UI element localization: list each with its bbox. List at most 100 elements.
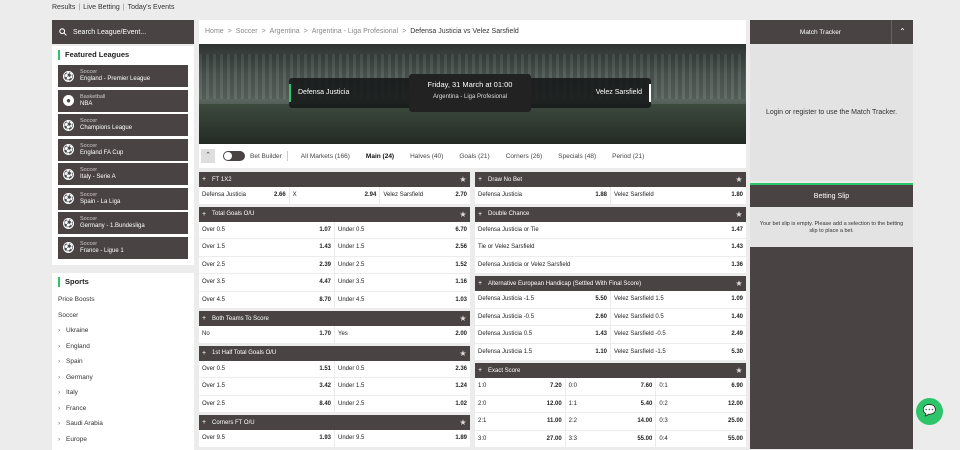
market-tab[interactable]: Main (24) [366,153,394,160]
odds-selection[interactable]: Over 0.5 1.51 [199,360,335,377]
odds-selection[interactable]: Under 0.5 6.70 [335,222,470,239]
featured-league-item[interactable]: ● Basketball NBA [58,89,188,112]
sport-category-item[interactable]: › Europe [58,432,188,448]
odds-selection[interactable]: Under 1.5 2.56 [335,239,470,256]
market-header[interactable]: + Total Goals O/U ★ [199,206,470,222]
match-tracker-message[interactable]: Login or register to use the Match Track… [766,109,897,116]
sport-category-item[interactable]: › France [58,401,188,417]
odds-selection[interactable]: Defensa Justicia 1.5 1.10 [475,343,611,360]
sport-category-item[interactable]: › Ukraine [58,323,188,339]
featured-league-item[interactable]: ⚽ Soccer England - Premier League [58,65,188,87]
collapse-button[interactable]: ⌃ [201,149,215,163]
featured-league-item[interactable]: ⚽ Soccer Italy - Serie A [58,163,188,185]
sport-link[interactable]: Soccer [58,308,188,324]
odds-selection[interactable]: Defensa Justicia 1.88 [475,187,611,204]
breadcrumb-link[interactable]: Soccer [236,28,258,35]
match-tracker-header[interactable]: Match Tracker ⌃ [750,20,913,44]
odds-selection[interactable]: 1:1 5.40 [566,395,657,412]
market-header[interactable]: +1st Half Total Goals O/U ★ [199,345,470,361]
odds-selection[interactable]: 3:3 55.00 [566,430,657,447]
featured-league-item[interactable]: ⚽ Soccer Germany - 1.Bundesliga [58,212,188,234]
featured-league-item[interactable]: ⚽ Soccer Champions League [58,114,188,136]
odds-selection[interactable]: Defensa Justicia or Tie 1.47 [475,222,746,239]
breadcrumb-link[interactable]: Argentina [270,28,300,35]
odds-selection[interactable]: Over 2.5 8.40 [199,395,335,412]
market-tab[interactable]: Goals (21) [459,153,489,160]
bet-builder-toggle[interactable] [223,151,245,161]
market-header[interactable]: + Both Teams To Score ★ [199,311,470,326]
star-icon[interactable]: ★ [456,210,470,219]
chevron-up-icon[interactable]: ⌃ [891,20,913,44]
sport-category-item[interactable]: › Germany [58,370,188,386]
star-icon[interactable]: ★ [456,349,470,358]
featured-league-item[interactable]: ⚽ Soccer France - Ligue 1 [58,236,188,259]
odds-selection[interactable]: Over 9.5 1.93 [199,430,335,447]
odds-selection[interactable]: Under 3.5 1.16 [335,274,470,291]
odds-selection[interactable]: Velez Sarsfield 1.5 1.09 [611,291,746,308]
odds-selection[interactable]: Under 9.5 1.89 [335,430,470,447]
odds-selection[interactable]: Under 1.5 1.24 [335,378,470,395]
odds-selection[interactable]: Defensa Justicia 2.66 [199,187,290,204]
odds-selection[interactable]: 0:1 6.90 [656,378,746,395]
odds-selection[interactable]: Defensa Justicia 0.5 1.43 [475,326,611,343]
star-icon[interactable]: ★ [456,175,470,184]
odds-selection[interactable]: 3:0 27.00 [475,430,566,447]
odds-selection[interactable]: Velez Sarsfield 0.5 1.40 [611,309,746,326]
breadcrumb-link[interactable]: Home [205,28,224,35]
odds-selection[interactable]: 2:0 12.00 [475,395,566,412]
odds-selection[interactable]: 2:2 14.00 [566,413,657,430]
odds-selection[interactable]: 0:2 12.00 [656,396,746,413]
featured-league-item[interactable]: ⚽ Soccer England FA Cup [58,138,188,161]
odds-selection[interactable]: Velez Sarsfield 1.80 [611,187,746,204]
odds-selection[interactable]: Under 4.5 1.03 [335,292,470,309]
star-icon[interactable]: ★ [456,418,470,427]
odds-selection[interactable]: Defensa Justicia -0.5 2.60 [475,308,611,325]
breadcrumb-link[interactable]: Argentina - Liga Profesional [312,28,398,35]
market-tab[interactable]: Halves (40) [410,153,443,160]
market-header[interactable]: + Alternative European Handicap (Settled … [475,276,746,291]
market-header[interactable]: + Exact Score ★ [475,363,746,378]
market-tab[interactable]: Period (21) [612,153,644,160]
odds-selection[interactable]: X 2.94 [290,187,381,204]
sport-link[interactable]: Price Boosts [58,292,188,308]
odds-selection[interactable]: 0:0 7.60 [566,378,657,395]
odds-selection[interactable]: Over 2.5 2.39 [199,256,335,273]
odds-selection[interactable]: Defensa Justicia or Velez Sarsfield 1.36 [475,257,746,274]
star-icon[interactable]: ★ [732,210,746,219]
odds-selection[interactable]: Over 1.5 1.43 [199,239,335,256]
odds-selection[interactable]: Under 0.5 2.36 [335,361,470,378]
odds-selection[interactable]: Velez Sarsfield -1.5 5.30 [611,344,746,361]
odds-selection[interactable]: Over 0.5 1.07 [199,221,335,238]
odds-selection[interactable]: 2:1 11.00 [475,413,566,430]
odds-selection[interactable]: No 1.70 [199,326,335,343]
market-tab[interactable]: Specials (48) [558,153,596,160]
results-link[interactable]: Results [52,4,75,11]
market-header[interactable]: + Corners FT O/U ★ [199,415,470,430]
odds-selection[interactable]: Under 2.5 1.52 [335,257,470,274]
odds-selection[interactable]: Tie or Velez Sarsfield 1.43 [475,239,746,256]
market-header[interactable]: + FT 1X2 ★ [199,172,470,187]
star-icon[interactable]: ★ [732,366,746,375]
odds-selection[interactable]: Velez Sarsfield -0.5 2.49 [611,326,746,343]
market-header[interactable]: + Double Chance ★ [475,206,746,222]
odds-selection[interactable]: Under 2.5 1.02 [335,396,470,413]
market-tab[interactable]: Corners (26) [506,153,542,160]
odds-selection[interactable]: 1:0 7.20 [475,378,566,395]
odds-selection[interactable]: 0:4 55.00 [656,431,746,448]
chat-button[interactable]: 💬 [916,398,943,425]
market-header[interactable]: + Draw No Bet ★ [475,172,746,187]
star-icon[interactable]: ★ [732,175,746,184]
sport-category-item[interactable]: › Saudi Arabia [58,416,188,432]
live-betting-link[interactable]: Live Betting [83,4,120,11]
sport-category-item[interactable]: › Spain [58,354,188,370]
odds-selection[interactable]: Defensa Justicia -1.5 5.50 [475,291,611,308]
star-icon[interactable]: ★ [732,279,746,288]
search-input[interactable]: Search League/Event... [52,20,194,44]
odds-selection[interactable]: Velez Sarsfield 2.70 [380,187,470,204]
odds-selection[interactable]: Over 3.5 4.47 [199,274,335,291]
sport-category-item[interactable]: › England [58,339,188,355]
star-icon[interactable]: ★ [456,314,470,323]
odds-selection[interactable]: Over 4.5 8.70 [199,291,335,308]
odds-selection[interactable]: Over 1.5 3.42 [199,378,335,395]
featured-league-item[interactable]: ⚽ Soccer Spain - La Liga [58,187,188,210]
